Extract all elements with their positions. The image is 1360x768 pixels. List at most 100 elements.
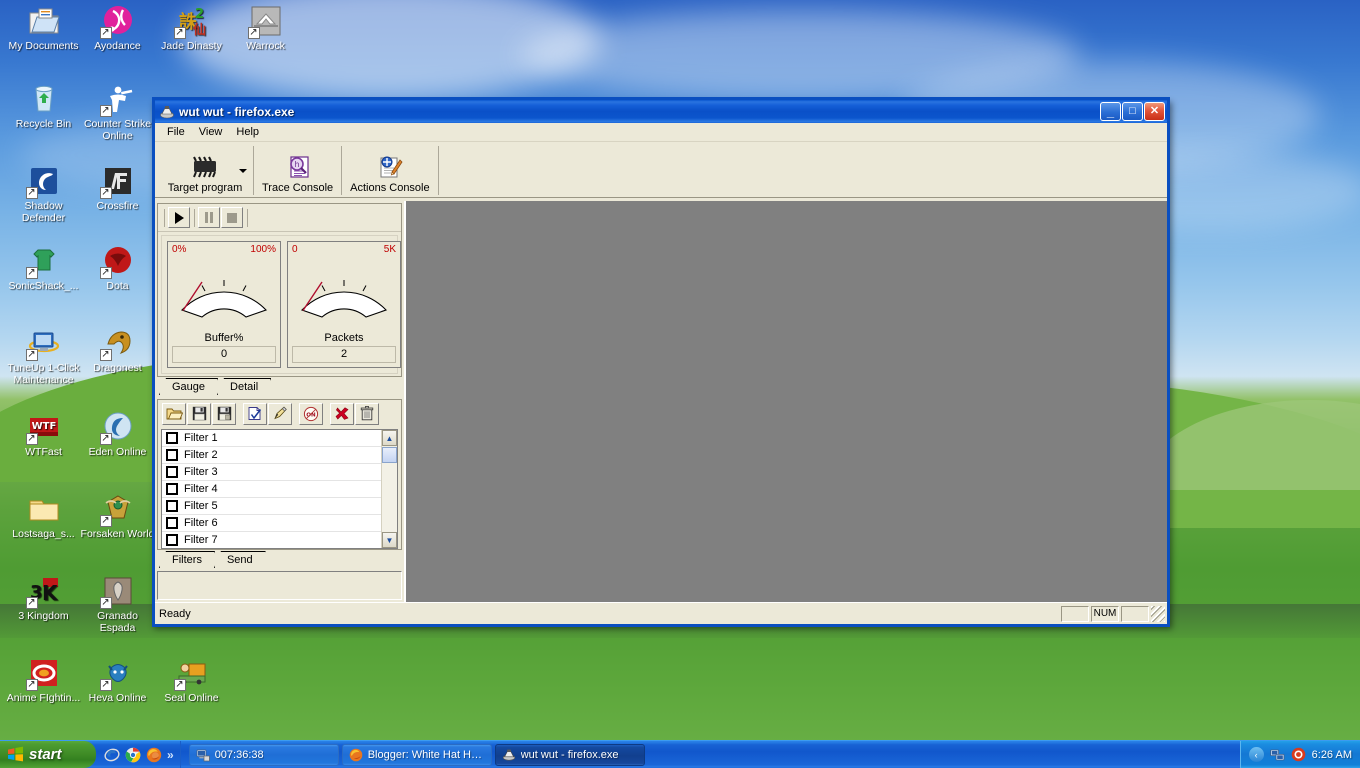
filter-list-item[interactable]: Filter 4	[162, 481, 381, 498]
desktop-icon-crossfire[interactable]: ↗ Crossfire	[80, 164, 155, 213]
filter-list-item[interactable]: Filter 5	[162, 498, 381, 515]
desktop-icon-counter-strike-online[interactable]: ↗ Counter Strike Online	[80, 82, 155, 142]
desktop-icon-forsaken-world[interactable]: ↗ Forsaken World	[80, 492, 155, 541]
desktop-icon-warrock[interactable]: ↗ Warrock	[228, 4, 303, 53]
shortcut-arrow-icon: ↗	[25, 597, 38, 609]
save-button[interactable]	[187, 402, 211, 425]
shortcut-arrow-icon: ↗	[99, 27, 112, 39]
filter-list-item[interactable]: Filter 3	[162, 464, 381, 481]
desktop-icon-3-kingdom[interactable]: 3 K ↗ 3 Kingdom	[6, 574, 81, 623]
firefox-icon[interactable]	[146, 747, 162, 763]
apply-button[interactable]	[243, 402, 267, 425]
quicklaunch-overflow-icon[interactable]: »	[167, 748, 174, 762]
close-button[interactable]: ✕	[1144, 102, 1165, 121]
chrome-icon[interactable]	[125, 747, 141, 763]
delete-button[interactable]	[355, 402, 379, 425]
gauge-packets-value: 2	[292, 346, 396, 363]
filter-list-item[interactable]: Filter 7	[162, 532, 381, 548]
scroll-up-button[interactable]: ▲	[382, 430, 397, 446]
taskbar-task-button[interactable]: 007:36:38	[188, 743, 339, 766]
desktop-icon-dragonest[interactable]: ↗ Dragonest	[80, 326, 155, 375]
scroll-thumb[interactable]	[382, 447, 397, 463]
desktop-icon-heva-online[interactable]: ↗ Heva Online	[80, 656, 155, 705]
taskbar-task-button[interactable]: Blogger: White Hat H…	[341, 743, 492, 766]
filter-list-item[interactable]: Filter 6	[162, 515, 381, 532]
gauge-buffer[interactable]: 0% 100% Buffer% 0	[167, 241, 281, 368]
filter-checkbox[interactable]	[166, 466, 178, 478]
play-button[interactable]	[168, 207, 190, 228]
close-glyph: ✕	[1149, 105, 1160, 117]
toolbar-target-program[interactable]: Target program	[158, 144, 252, 197]
gauge-buffer-label: Buffer%	[204, 332, 244, 344]
filter-list-item[interactable]: Filter 1	[162, 430, 381, 447]
desktop-icon-ayodance[interactable]: ↗ Ayodance	[80, 4, 155, 53]
desktop-icon-wtfast[interactable]: WTF ↗ WTFast	[6, 410, 81, 459]
maximize-button[interactable]: □	[1122, 102, 1143, 121]
tab-gauge[interactable]: Gauge	[159, 378, 218, 395]
desktop-icon-recycle-bin[interactable]: Recycle Bin	[6, 82, 81, 131]
my-documents-icon	[27, 4, 61, 38]
gauge-packets[interactable]: 0 5K Packets 2	[287, 241, 401, 368]
shortcut-arrow-icon: ↗	[25, 267, 38, 279]
toolbar-trace-console[interactable]: h Trace Console	[255, 144, 340, 197]
desktop-icon-my-documents[interactable]: My Documents	[6, 4, 81, 53]
toggle-button[interactable]: ON	[299, 402, 323, 425]
desktop-icon-granado-espada[interactable]: ↗ Granado Espada	[80, 574, 155, 634]
network-icon[interactable]	[1269, 747, 1285, 762]
filter-checkbox[interactable]	[166, 500, 178, 512]
save-as-button[interactable]	[212, 402, 236, 425]
edit-button[interactable]	[268, 402, 292, 425]
desktop-icon-sonicshack[interactable]: ↗ SonicShack_...	[6, 244, 81, 293]
desktop-icon-label: Eden Online	[88, 446, 147, 458]
filters-tabstrip: Filters Send	[157, 549, 402, 568]
menu-item-file[interactable]: File	[161, 125, 193, 140]
desktop-icon-lostsaga-s[interactable]: Lostsaga_s...	[6, 492, 81, 541]
gear-pencil-icon	[376, 153, 404, 181]
tray-expand-button[interactable]: ‹	[1248, 747, 1264, 762]
toolbar-actions-console[interactable]: Actions Console	[343, 144, 437, 197]
desktop-icon-tuneup-1-click-maintenance[interactable]: ↗ TuneUp 1-Click Maintenance	[6, 326, 81, 386]
clock[interactable]: 6:26 AM	[1312, 749, 1352, 761]
gauge-packets-min: 0	[292, 244, 298, 255]
resize-grip[interactable]	[1151, 605, 1165, 622]
menu-item-view[interactable]: View	[193, 125, 231, 140]
svg-text:K: K	[42, 581, 59, 605]
desktop-icon-jade-dinasty[interactable]: 誅 2 仙 ↗ Jade Dinasty	[154, 4, 229, 53]
taskbar-task-button[interactable]: wut wut - firefox.exe	[494, 743, 645, 766]
menu-item-help[interactable]: Help	[230, 125, 267, 140]
chevron-down-icon[interactable]	[239, 169, 247, 173]
filter-list-item[interactable]: Filter 2	[162, 447, 381, 464]
filters-panel: ON Filter 1 Filter 2 Filter 3 Filter 4 F…	[157, 399, 402, 551]
start-button[interactable]: start	[0, 741, 96, 768]
filter-checkbox[interactable]	[166, 534, 178, 546]
filter-checkbox[interactable]	[166, 449, 178, 461]
internet-explorer-icon[interactable]	[104, 747, 120, 763]
sonicshack-icon: ↗	[25, 244, 61, 279]
remove-button[interactable]	[330, 402, 354, 425]
desktop-icon-eden-online[interactable]: ↗ Eden Online	[80, 410, 155, 459]
filter-list-scrollbar[interactable]: ▲ ▼	[381, 430, 397, 548]
window-titlebar[interactable]: wut wut - firefox.exe _ □ ✕	[152, 97, 1170, 123]
desktop-icon-anime-fightin[interactable]: ↗ Anime FIghtin...	[6, 656, 81, 705]
desktop-icon-dota[interactable]: ↗ Dota	[80, 244, 155, 293]
filter-list[interactable]: Filter 1 Filter 2 Filter 3 Filter 4 Filter 5…	[162, 430, 381, 548]
bottom-output-pane[interactable]	[157, 571, 402, 600]
antivirus-icon[interactable]	[1291, 747, 1306, 762]
tab-detail[interactable]: Detail	[217, 378, 271, 395]
desktop-icon-shadow-defender[interactable]: ↗ Shadow Defender	[6, 164, 81, 224]
trash-can-icon	[360, 406, 374, 421]
pause-button[interactable]	[198, 207, 220, 228]
main-content-pane[interactable]	[406, 201, 1167, 602]
filter-checkbox[interactable]	[166, 432, 178, 444]
desktop-icon-seal-online[interactable]: ↗ Seal Online	[154, 656, 229, 705]
filter-checkbox[interactable]	[166, 483, 178, 495]
open-button[interactable]	[162, 402, 186, 425]
tab-send[interactable]: Send	[214, 551, 266, 568]
tab-filters[interactable]: Filters	[159, 551, 215, 568]
heva-online-icon: ↗	[99, 656, 135, 691]
stop-button[interactable]	[221, 207, 243, 228]
filter-checkbox[interactable]	[166, 517, 178, 529]
minimize-button[interactable]: _	[1100, 102, 1121, 121]
scroll-down-button[interactable]: ▼	[382, 532, 397, 548]
scroll-track[interactable]	[382, 463, 397, 532]
